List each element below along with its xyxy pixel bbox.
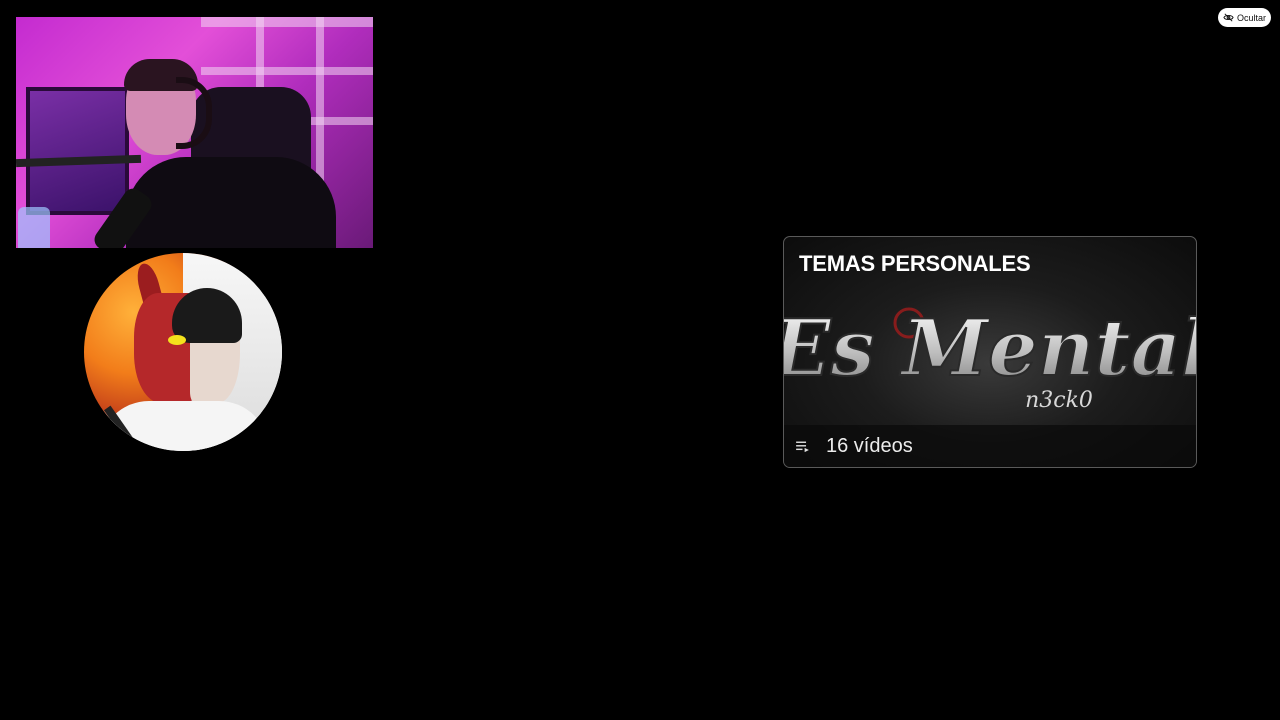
hide-button-label: Ocultar: [1237, 12, 1267, 23]
webcam-feed: [16, 17, 373, 248]
logo-main-text: Es Mental: [784, 303, 1197, 394]
es-mental-logo: Es Mental n3ck0: [784, 302, 1197, 413]
water-bottle: [18, 207, 50, 248]
video-count: 16 vídeos: [826, 434, 913, 457]
yellow-eye: [168, 335, 186, 345]
playlist-footer: 16 vídeos: [784, 425, 1196, 467]
playlist-icon: [796, 441, 809, 452]
hide-button[interactable]: Ocultar: [1218, 8, 1271, 27]
channel-avatar: [84, 253, 282, 451]
video-frame: Ocultar TEMAS PERSONALES Es Mental n3ck0: [0, 0, 1280, 720]
playlist-title: TEMAS PERSONALES: [799, 251, 1031, 276]
wall-poster: [26, 87, 129, 215]
playlist-card[interactable]: TEMAS PERSONALES Es Mental n3ck0 16 víde…: [783, 236, 1197, 468]
logo-sub-text: n3ck0: [1025, 388, 1093, 413]
eye-off-icon: [1223, 13, 1234, 22]
streamer-body: [126, 157, 336, 248]
